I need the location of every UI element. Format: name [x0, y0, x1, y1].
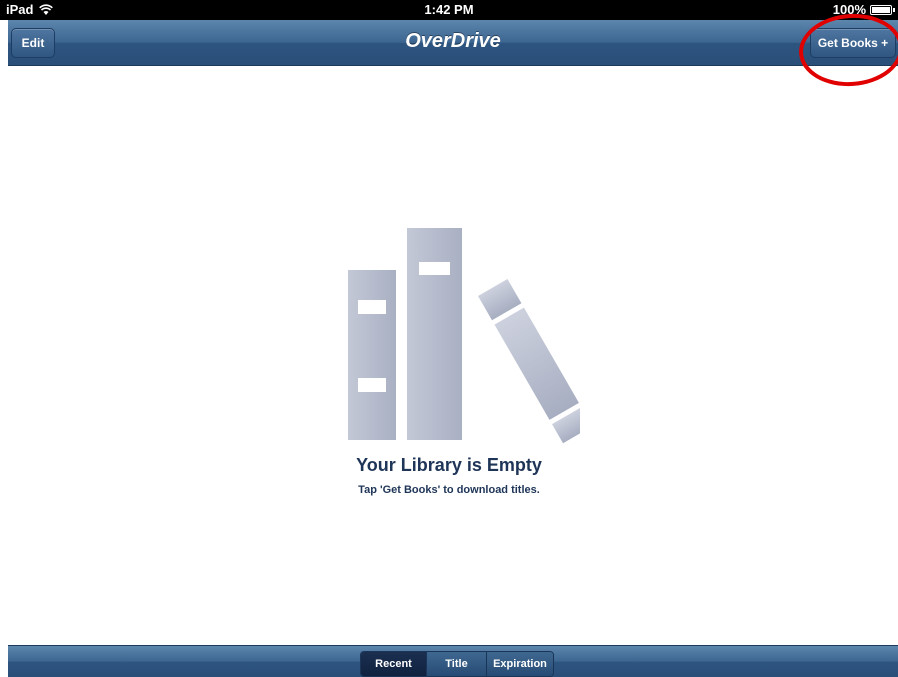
sort-segmented-control: Recent Title Expiration [360, 651, 554, 677]
sort-expiration-segment[interactable]: Expiration [487, 652, 553, 676]
status-bar: iPad 1:42 PM 100% [0, 0, 898, 20]
empty-library-subtitle: Tap 'Get Books' to download titles. [358, 484, 540, 496]
empty-library-title: Your Library is Empty [356, 455, 542, 475]
status-time: 1:42 PM [424, 2, 474, 17]
battery-fill [872, 6, 890, 13]
bottom-toolbar: Recent Title Expiration [8, 645, 898, 677]
battery-icon [870, 4, 895, 15]
sort-title-segment[interactable]: Title [427, 652, 487, 676]
navigation-bar: Edit OverDrive Get Books + [8, 20, 898, 66]
empty-library-books-icon [340, 222, 593, 447]
sort-recent-segment[interactable]: Recent [361, 652, 427, 676]
app-title: OverDrive [405, 30, 501, 52]
